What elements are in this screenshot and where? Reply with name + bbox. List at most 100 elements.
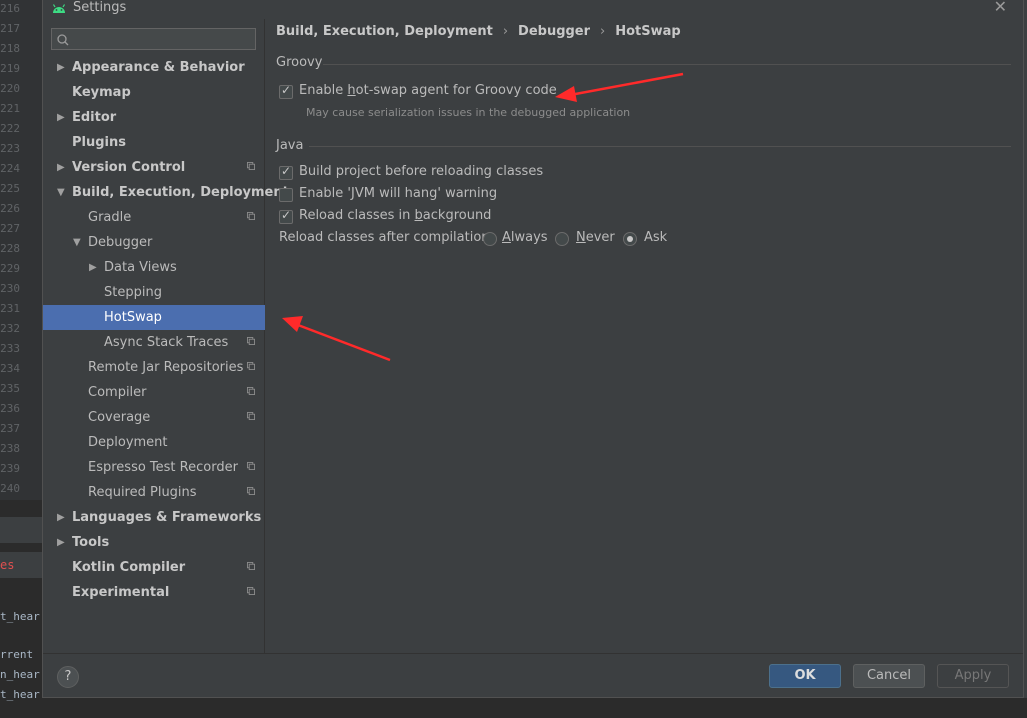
radio-never[interactable] xyxy=(555,232,569,246)
chevron-right-icon[interactable]: ▶ xyxy=(57,530,65,555)
sidebar-item-label: Deployment xyxy=(88,435,168,450)
line-number: 222 xyxy=(0,122,20,135)
check-icon: ✓ xyxy=(281,164,292,178)
sidebar-item-label: Plugins xyxy=(72,135,126,150)
chevron-right-icon[interactable]: ▶ xyxy=(57,105,65,130)
sidebar-item-kotlin-compiler[interactable]: Kotlin Compiler xyxy=(43,555,265,580)
ok-button[interactable]: OK xyxy=(769,664,841,688)
sidebar-item-appearance-behavior[interactable]: ▶ Appearance & Behavior xyxy=(43,55,265,80)
sidebar-item-label: Data Views xyxy=(104,260,177,275)
sidebar-item-data-views[interactable]: ▶ Data Views xyxy=(43,255,265,280)
sidebar-item-coverage[interactable]: Coverage xyxy=(43,405,265,430)
chevron-right-icon[interactable]: ▶ xyxy=(57,505,65,530)
console-line: t_hear xyxy=(0,688,40,701)
cancel-button[interactable]: Cancel xyxy=(853,664,925,688)
sidebar-item-espresso-test-recorder[interactable]: Espresso Test Recorder xyxy=(43,455,265,480)
sidebar-item-debugger[interactable]: ▼ Debugger xyxy=(43,230,265,255)
sidebar-item-label: Languages & Frameworks xyxy=(72,510,262,525)
search-icon xyxy=(57,34,69,46)
line-number: 225 xyxy=(0,182,20,195)
breadcrumb-item: HotSwap xyxy=(615,24,681,39)
sidebar-item-label: Espresso Test Recorder xyxy=(88,460,238,475)
radio-always-label[interactable]: Always xyxy=(502,230,548,245)
sidebar-item-label: Coverage xyxy=(88,410,151,425)
dialog-titlebar[interactable]: Settings ✕ xyxy=(43,0,1023,19)
sidebar-item-gradle[interactable]: Gradle xyxy=(43,205,265,230)
chevron-right-icon[interactable]: ▶ xyxy=(57,55,65,80)
line-number: 221 xyxy=(0,102,20,115)
sidebar-item-async-stack-traces[interactable]: Async Stack Traces xyxy=(43,330,265,355)
chevron-down-icon[interactable]: ▼ xyxy=(57,180,65,205)
sidebar-item-deployment[interactable]: Deployment xyxy=(43,430,265,455)
reload-after-compilation-label: Reload classes after compilation: xyxy=(279,230,494,245)
android-icon xyxy=(51,0,67,18)
line-number: 237 xyxy=(0,422,20,435)
check-icon: ✓ xyxy=(281,208,292,222)
checkbox-box[interactable]: ✓ xyxy=(279,83,293,99)
sidebar-item-remote-jar-repositories[interactable]: Remote Jar Repositories xyxy=(43,355,265,380)
sidebar-item-label: Version Control xyxy=(72,160,186,175)
console-line: n_hear xyxy=(0,668,40,681)
line-number: 220 xyxy=(0,82,20,95)
dialog-title: Settings xyxy=(73,0,127,15)
checkbox-box[interactable]: ✓ xyxy=(279,208,293,224)
line-number: 238 xyxy=(0,442,20,455)
close-icon[interactable]: ✕ xyxy=(994,0,1007,16)
checkbox-box[interactable]: ✓ xyxy=(279,164,293,180)
checkbox-label: Build project before reloading classes xyxy=(299,164,544,179)
breadcrumb-item: Debugger xyxy=(518,24,591,39)
chevron-right-icon[interactable]: ▶ xyxy=(57,155,65,180)
apply-button[interactable]: Apply xyxy=(937,664,1009,688)
line-number: 228 xyxy=(0,242,20,255)
help-button[interactable]: ? xyxy=(57,666,79,688)
settings-content: Build, Execution, Deployment › Debugger › Ho… xyxy=(265,19,1023,653)
console-line: t_hear xyxy=(0,610,40,623)
sidebar-item-stepping[interactable]: Stepping xyxy=(43,280,265,305)
sidebar-item-version-control[interactable]: ▶ Version Control xyxy=(43,155,265,180)
line-number: 236 xyxy=(0,402,20,415)
project-scope-icon xyxy=(247,462,255,470)
project-scope-icon xyxy=(247,362,255,370)
checkbox-box[interactable] xyxy=(279,188,293,202)
sidebar-item-label: Async Stack Traces xyxy=(104,335,229,350)
search-input[interactable] xyxy=(76,30,255,50)
sidebar-item-label: Gradle xyxy=(88,210,132,225)
line-number: 216 xyxy=(0,2,20,15)
line-number: 229 xyxy=(0,262,20,275)
groovy-group-title: Groovy xyxy=(276,55,323,70)
radio-always[interactable] xyxy=(483,232,497,246)
sidebar-item-tools[interactable]: ▶ Tools xyxy=(43,530,265,555)
radio-never-label[interactable]: Never xyxy=(576,230,615,245)
sidebar-item-editor[interactable]: ▶ Editor xyxy=(43,105,265,130)
background-tab-label: es xyxy=(0,558,15,572)
checkbox-label: Enable 'JVM will hang' warning xyxy=(299,186,498,201)
sidebar-item-build-execution-deployment[interactable]: ▼ Build, Execution, Deployment xyxy=(43,180,289,205)
sidebar-item-languages-frameworks[interactable]: ▶ Languages & Frameworks xyxy=(43,505,265,530)
chevron-right-icon[interactable]: ▶ xyxy=(89,255,97,280)
project-scope-icon xyxy=(247,162,255,170)
sidebar-item-keymap[interactable]: Keymap xyxy=(43,80,265,105)
project-scope-icon xyxy=(247,562,255,570)
project-scope-icon xyxy=(247,212,255,220)
editor-gutter: 216 217 218 219 220 221 222 223 224 225 226 227 228 2… xyxy=(0,0,43,500)
sidebar-item-plugins[interactable]: Plugins xyxy=(43,130,265,155)
java-separator xyxy=(309,146,1011,147)
chevron-down-icon[interactable]: ▼ xyxy=(73,230,81,255)
line-number: 226 xyxy=(0,202,20,215)
background-console: t_hear rrent n_hear t_hear xyxy=(0,578,42,718)
dialog-footer: ? OK Cancel Apply xyxy=(43,653,1023,697)
radio-ask-label[interactable]: Ask xyxy=(644,230,667,245)
sidebar-item-hotswap[interactable]: HotSwap xyxy=(43,305,265,330)
sidebar-item-label: Required Plugins xyxy=(88,485,197,500)
sidebar-item-label: Tools xyxy=(72,535,110,550)
line-number: 240 xyxy=(0,482,20,495)
sidebar-item-experimental[interactable]: Experimental xyxy=(43,580,265,605)
sidebar-item-compiler[interactable]: Compiler xyxy=(43,380,265,405)
line-number: 239 xyxy=(0,462,20,475)
background-toolbar xyxy=(0,516,42,543)
search-box[interactable] xyxy=(51,28,256,50)
sidebar-item-required-plugins[interactable]: Required Plugins xyxy=(43,480,265,505)
radio-ask[interactable] xyxy=(623,232,637,246)
groovy-note: May cause serialization issues in the de… xyxy=(306,106,631,119)
sidebar-item-label: Experimental xyxy=(72,585,170,600)
